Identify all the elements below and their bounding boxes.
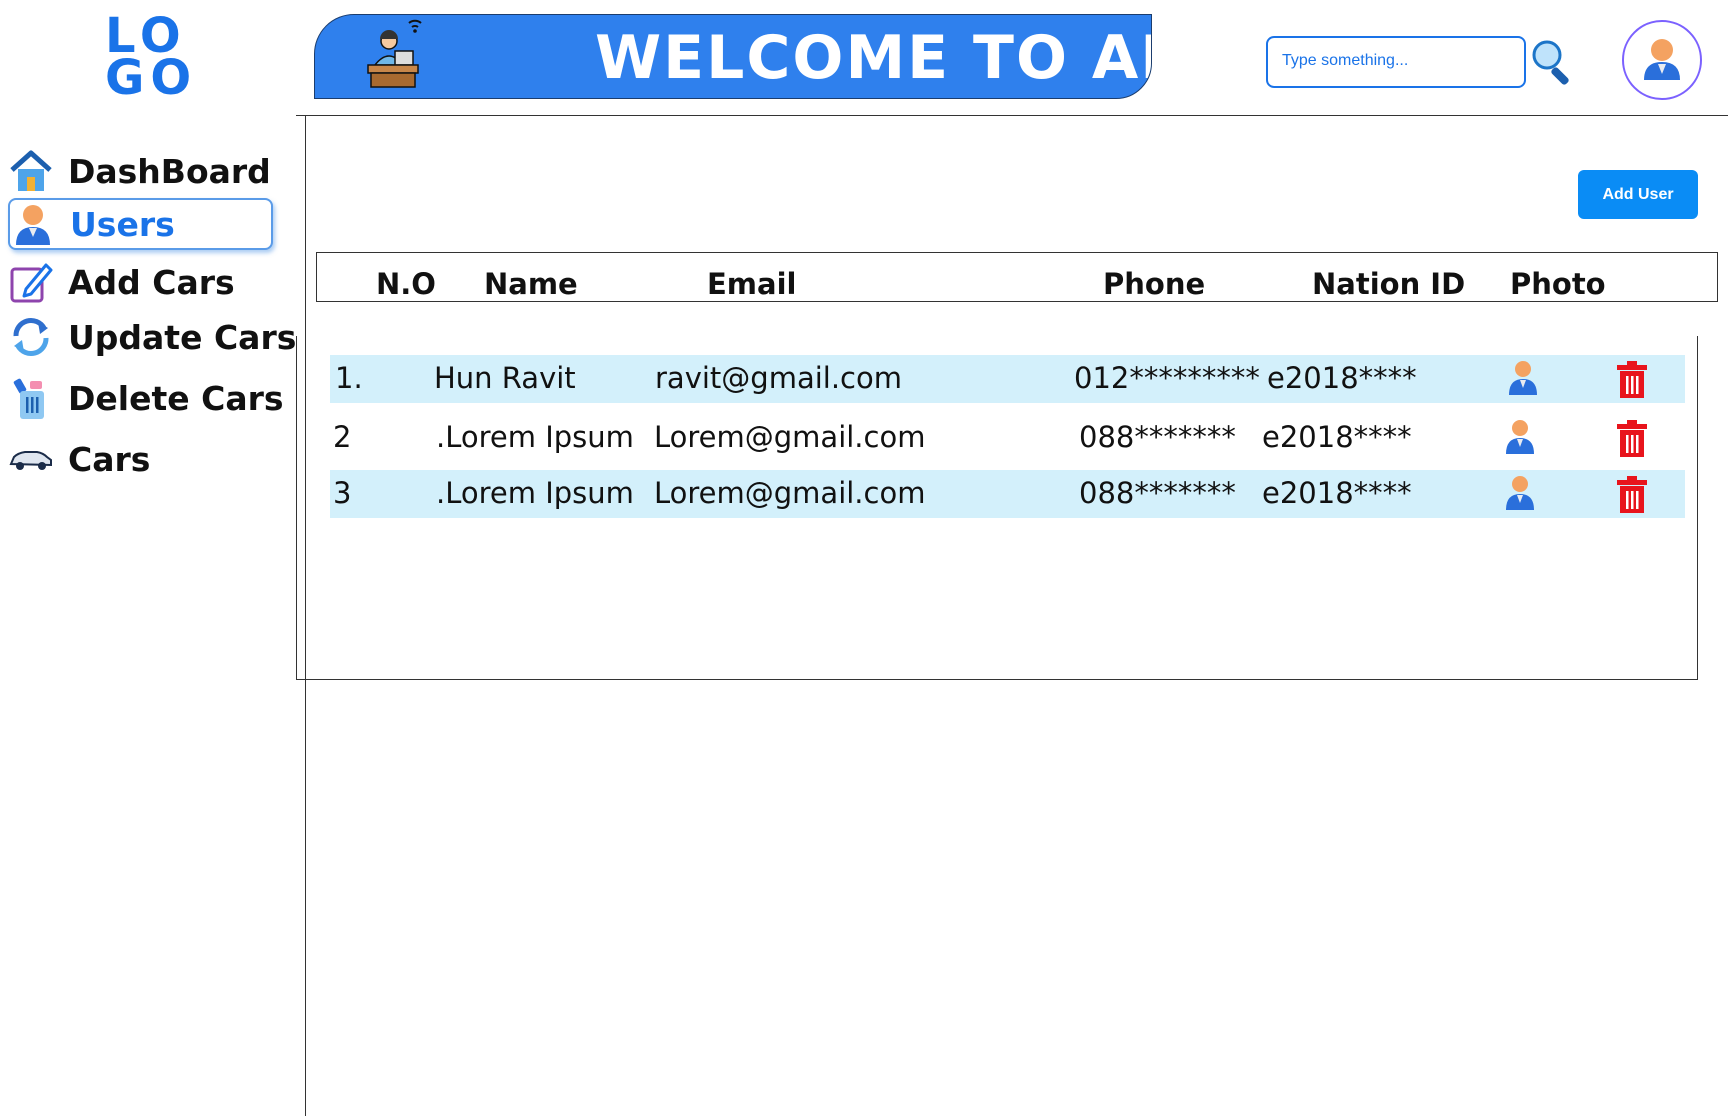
cell-email: ravit@gmail.com [655, 361, 902, 395]
cell-nation-id: e2018**** [1262, 476, 1412, 510]
column-header-no: N.O [376, 267, 436, 301]
cell-email: Lorem@gmail.com [654, 476, 926, 510]
sidebar-item-cars[interactable]: Cars [8, 433, 273, 485]
column-header-name: Name [484, 267, 578, 301]
cell-phone: 088******* [1079, 476, 1236, 510]
sidebar-item-label: Cars [68, 439, 151, 479]
user-photo-icon[interactable] [1504, 416, 1536, 456]
refresh-icon [13, 317, 49, 357]
home-icon [10, 150, 52, 191]
cell-no: 3 [333, 476, 352, 510]
sidebar-item-delete-cars[interactable]: Delete Cars [8, 372, 284, 424]
trash-icon [13, 378, 44, 419]
sidebar-item-users[interactable]: Users [8, 198, 273, 250]
logo: LO GO [105, 12, 198, 106]
user-photo-icon[interactable] [1504, 472, 1536, 512]
welcome-banner: WELCOME TO ADMIN [314, 14, 1152, 99]
trash-icon [1617, 361, 1647, 398]
search-icon[interactable] [1530, 38, 1576, 88]
user-icon [1644, 39, 1680, 80]
table-row: 3 .Lorem Ipsum Lorem@gmail.com 088******… [330, 470, 1685, 518]
cell-name: Hun Ravit [434, 361, 576, 395]
search-input[interactable] [1280, 51, 1514, 71]
admin-desk-icon [367, 19, 422, 88]
column-header-nation-id: Nation ID [1312, 267, 1466, 301]
sidebar-item-label: Add Cars [68, 262, 235, 302]
cell-email: Lorem@gmail.com [654, 420, 926, 454]
user-icon [16, 205, 50, 245]
sidebar-item-label: DashBoard [68, 151, 271, 191]
banner-title: WELCOME TO ADMIN [595, 23, 1151, 93]
car-icon [9, 451, 52, 470]
sidebar-item-update-cars[interactable]: Update Cars [8, 311, 296, 363]
cell-no: 1. [335, 361, 363, 395]
cell-name: .Lorem Ipsum [436, 476, 634, 510]
edit-icon [10, 263, 53, 303]
trash-icon [1617, 420, 1647, 457]
table-header: N.O Name Email Phone Nation ID Photo [316, 252, 1718, 302]
cell-phone: 012********* [1074, 361, 1260, 395]
sidebar-item-label: Update Cars [68, 317, 297, 357]
delete-row-button[interactable] [1615, 359, 1649, 399]
column-header-phone: Phone [1103, 267, 1206, 301]
add-user-button[interactable]: Add User [1578, 170, 1698, 219]
trash-icon [1617, 476, 1647, 513]
header-divider [296, 115, 1728, 116]
table-row: 2 .Lorem Ipsum Lorem@gmail.com 088******… [330, 414, 1685, 462]
column-header-email: Email [707, 267, 797, 301]
user-photo-icon[interactable] [1507, 357, 1539, 397]
profile-avatar[interactable] [1622, 20, 1702, 100]
cell-nation-id: e2018**** [1267, 361, 1417, 395]
cell-no: 2 [333, 420, 352, 454]
logo-line-2: GO [105, 50, 198, 106]
sidebar-item-label: Users [70, 204, 175, 244]
delete-row-button[interactable] [1615, 474, 1649, 514]
search-field[interactable] [1266, 36, 1526, 88]
cell-nation-id: e2018**** [1262, 420, 1412, 454]
delete-row-button[interactable] [1615, 418, 1649, 458]
sidebar-item-add-cars[interactable]: Add Cars [8, 256, 273, 308]
table-row: 1. Hun Ravit ravit@gmail.com 012********… [330, 355, 1685, 403]
cell-name: .Lorem Ipsum [436, 420, 634, 454]
sidebar-item-dashboard[interactable]: DashBoard [8, 145, 273, 197]
cell-phone: 088******* [1079, 420, 1236, 454]
sidebar-item-label: Delete Cars [68, 378, 284, 418]
column-header-photo: Photo [1510, 267, 1606, 301]
